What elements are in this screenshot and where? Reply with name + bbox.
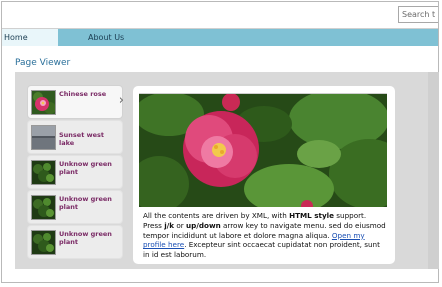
list-item-label: Chinese rose	[59, 90, 107, 98]
search-input[interactable]: Search t	[398, 6, 438, 23]
list-item-green-plant[interactable]: Unknow green plant	[27, 155, 123, 189]
list-item-sunset-west-lake[interactable]: Sunset west lake	[27, 120, 123, 154]
rose-photo-icon	[129, 89, 409, 214]
plant-thumbnail-icon	[31, 160, 56, 185]
plant-thumbnail-icon	[31, 195, 56, 220]
nav-item-about-us[interactable]: About Us	[88, 29, 124, 46]
app-window: Search t Home About Us Page Viewer Chine…	[1, 1, 439, 283]
page-viewer: Chinese rose › Sunset west lake Unknow g…	[15, 72, 439, 269]
description-text: All the contents are driven by XML, with…	[143, 211, 386, 260]
list-item-label: Unknow green plant	[59, 160, 112, 176]
nav-bar: Home About Us	[2, 29, 438, 46]
bold-html-style: HTML style	[289, 211, 334, 220]
detail-panel: All the contents are driven by XML, with…	[129, 86, 409, 264]
list-item-green-plant[interactable]: Unknow green plant	[27, 190, 123, 224]
vertical-scrollbar[interactable]	[428, 72, 439, 269]
top-bar: Search t	[2, 2, 438, 29]
plant-thumbnail-icon	[31, 230, 56, 255]
chevron-right-icon: ›	[118, 93, 124, 108]
bold-updown: up/down	[186, 220, 221, 230]
list-item-label: Sunset west lake	[59, 131, 104, 147]
lake-thumbnail-icon	[31, 125, 56, 150]
list-item-label: Unknow green plant	[59, 195, 112, 211]
list-item-chinese-rose[interactable]: Chinese rose ›	[27, 85, 124, 119]
rose-thumbnail-icon	[31, 90, 56, 115]
nav-item-home[interactable]: Home	[2, 29, 58, 46]
bold-jk: j/k	[164, 220, 175, 230]
list-item-green-plant[interactable]: Unknow green plant	[27, 225, 123, 259]
list-item-label: Unknow green plant	[59, 230, 112, 246]
page-title: Page Viewer	[15, 58, 71, 68]
